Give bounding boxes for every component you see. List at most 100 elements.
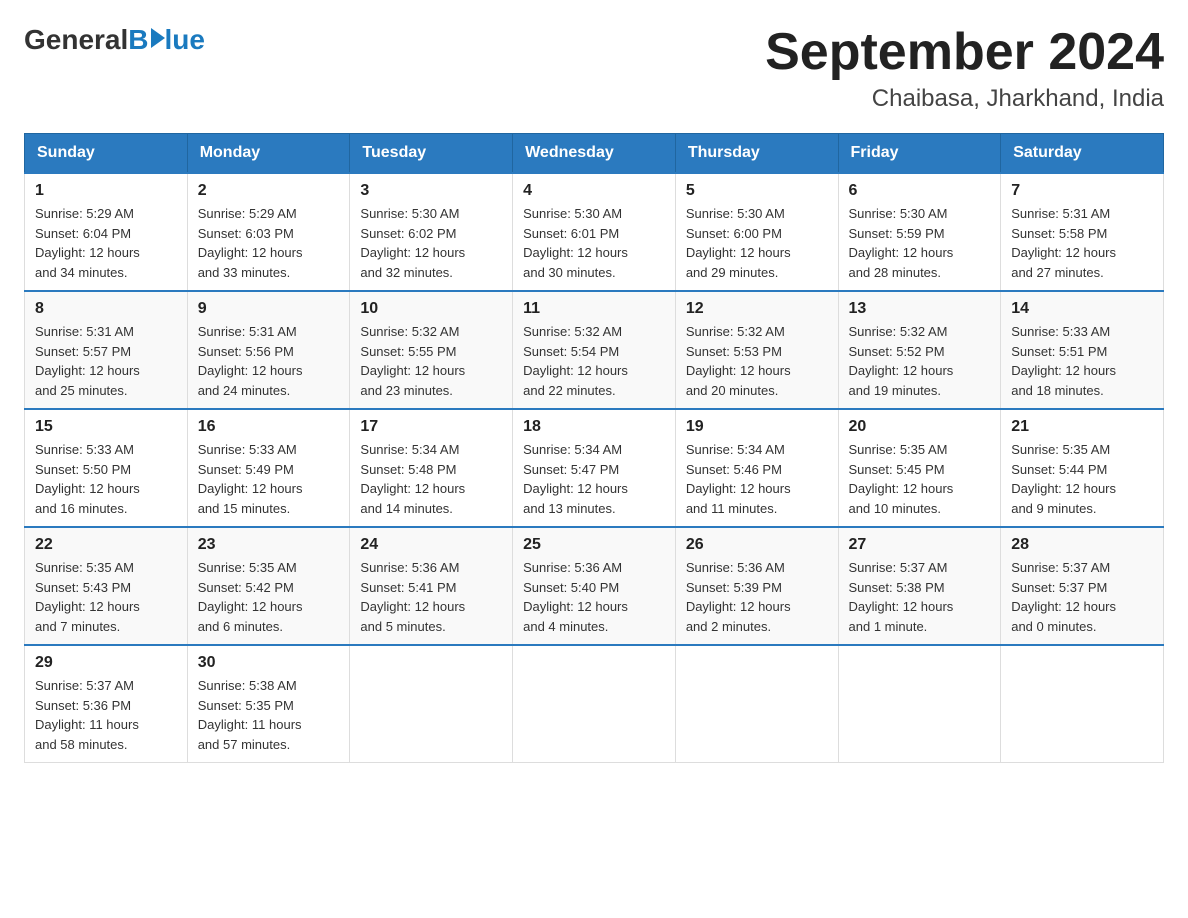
day-number: 8 bbox=[35, 300, 177, 318]
day-info: Sunrise: 5:35 AMSunset: 5:44 PMDaylight:… bbox=[1011, 440, 1153, 518]
table-cell: 1Sunrise: 5:29 AMSunset: 6:04 PMDaylight… bbox=[25, 173, 188, 291]
table-cell: 2 Sunrise: 5:29 AMSunset: 6:03 PMDaylight… bbox=[187, 173, 350, 291]
day-number: 24 bbox=[360, 536, 502, 554]
day-info: Sunrise: 5:34 AMSunset: 5:46 PMDaylight:… bbox=[686, 440, 828, 518]
day-info: Sunrise: 5:37 AMSunset: 5:38 PMDaylight:… bbox=[849, 558, 991, 636]
table-cell: 10 Sunrise: 5:32 AMSunset: 5:55 PMDayligh… bbox=[350, 291, 513, 409]
logo: General B lue bbox=[24, 24, 205, 56]
day-number: 19 bbox=[686, 418, 828, 436]
day-info: Sunrise: 5:33 AMSunset: 5:49 PMDaylight:… bbox=[198, 440, 340, 518]
table-cell: 19 Sunrise: 5:34 AMSunset: 5:46 PMDayligh… bbox=[675, 409, 838, 527]
day-number: 18 bbox=[523, 418, 665, 436]
table-cell: 12 Sunrise: 5:32 AMSunset: 5:53 PMDayligh… bbox=[675, 291, 838, 409]
day-info: Sunrise: 5:32 AMSunset: 5:54 PMDaylight:… bbox=[523, 322, 665, 400]
col-tuesday: Tuesday bbox=[350, 134, 513, 174]
day-info: Sunrise: 5:32 AMSunset: 5:55 PMDaylight:… bbox=[360, 322, 502, 400]
table-cell: 25 Sunrise: 5:36 AMSunset: 5:40 PMDayligh… bbox=[513, 527, 676, 645]
table-cell: 3Sunrise: 5:30 AMSunset: 6:02 PMDaylight… bbox=[350, 173, 513, 291]
day-info: Sunrise: 5:30 AMSunset: 6:00 PMDaylight:… bbox=[686, 204, 828, 282]
calendar-table: Sunday Monday Tuesday Wednesday Thursday… bbox=[24, 133, 1164, 763]
day-info: Sunrise: 5:36 AMSunset: 5:41 PMDaylight:… bbox=[360, 558, 502, 636]
day-info: Sunrise: 5:29 AMSunset: 6:04 PMDaylight:… bbox=[35, 204, 177, 282]
day-number: 30 bbox=[198, 654, 340, 672]
day-number: 15 bbox=[35, 418, 177, 436]
day-number: 9 bbox=[198, 300, 340, 318]
logo-general-text: General bbox=[24, 24, 128, 56]
table-cell: 23 Sunrise: 5:35 AMSunset: 5:42 PMDayligh… bbox=[187, 527, 350, 645]
day-info: Sunrise: 5:37 AMSunset: 5:37 PMDaylight:… bbox=[1011, 558, 1153, 636]
table-cell: 26Sunrise: 5:36 AMSunset: 5:39 PMDayligh… bbox=[675, 527, 838, 645]
logo-lue-text: lue bbox=[165, 24, 205, 56]
day-info: Sunrise: 5:37 AMSunset: 5:36 PMDaylight:… bbox=[35, 676, 177, 754]
table-cell: 13 Sunrise: 5:32 AMSunset: 5:52 PMDayligh… bbox=[838, 291, 1001, 409]
table-cell: 8Sunrise: 5:31 AMSunset: 5:57 PMDaylight… bbox=[25, 291, 188, 409]
day-number: 28 bbox=[1011, 536, 1153, 554]
day-info: Sunrise: 5:32 AMSunset: 5:53 PMDaylight:… bbox=[686, 322, 828, 400]
week-row-2: 8Sunrise: 5:31 AMSunset: 5:57 PMDaylight… bbox=[25, 291, 1164, 409]
day-number: 10 bbox=[360, 300, 502, 318]
day-info: Sunrise: 5:36 AMSunset: 5:40 PMDaylight:… bbox=[523, 558, 665, 636]
week-row-5: 29 Sunrise: 5:37 AMSunset: 5:36 PMDayligh… bbox=[25, 645, 1164, 763]
col-friday: Friday bbox=[838, 134, 1001, 174]
day-info: Sunrise: 5:30 AMSunset: 6:02 PMDaylight:… bbox=[360, 204, 502, 282]
title-section: September 2024 Chaibasa, Jharkhand, Indi… bbox=[765, 24, 1164, 113]
col-monday: Monday bbox=[187, 134, 350, 174]
table-cell bbox=[1001, 645, 1164, 763]
table-cell: 28 Sunrise: 5:37 AMSunset: 5:37 PMDayligh… bbox=[1001, 527, 1164, 645]
day-number: 20 bbox=[849, 418, 991, 436]
page-header: General B lue September 2024 Chaibasa, J… bbox=[24, 24, 1164, 113]
logo-blue-section: B lue bbox=[128, 24, 205, 56]
day-number: 16 bbox=[198, 418, 340, 436]
day-info: Sunrise: 5:29 AMSunset: 6:03 PMDaylight:… bbox=[198, 204, 340, 282]
day-number: 22 bbox=[35, 536, 177, 554]
month-title: September 2024 bbox=[765, 24, 1164, 81]
table-cell: 16 Sunrise: 5:33 AMSunset: 5:49 PMDayligh… bbox=[187, 409, 350, 527]
day-number: 12 bbox=[686, 300, 828, 318]
day-number: 7 bbox=[1011, 182, 1153, 200]
col-wednesday: Wednesday bbox=[513, 134, 676, 174]
col-saturday: Saturday bbox=[1001, 134, 1164, 174]
header-row: Sunday Monday Tuesday Wednesday Thursday… bbox=[25, 134, 1164, 174]
week-row-1: 1Sunrise: 5:29 AMSunset: 6:04 PMDaylight… bbox=[25, 173, 1164, 291]
day-info: Sunrise: 5:31 AMSunset: 5:58 PMDaylight:… bbox=[1011, 204, 1153, 282]
day-number: 27 bbox=[849, 536, 991, 554]
day-info: Sunrise: 5:35 AMSunset: 5:42 PMDaylight:… bbox=[198, 558, 340, 636]
day-info: Sunrise: 5:34 AMSunset: 5:48 PMDaylight:… bbox=[360, 440, 502, 518]
day-number: 29 bbox=[35, 654, 177, 672]
day-number: 17 bbox=[360, 418, 502, 436]
day-info: Sunrise: 5:35 AMSunset: 5:43 PMDaylight:… bbox=[35, 558, 177, 636]
table-cell: 18 Sunrise: 5:34 AMSunset: 5:47 PMDayligh… bbox=[513, 409, 676, 527]
table-cell: 14Sunrise: 5:33 AMSunset: 5:51 PMDayligh… bbox=[1001, 291, 1164, 409]
table-cell: 20Sunrise: 5:35 AMSunset: 5:45 PMDayligh… bbox=[838, 409, 1001, 527]
table-cell: 29 Sunrise: 5:37 AMSunset: 5:36 PMDayligh… bbox=[25, 645, 188, 763]
day-info: Sunrise: 5:32 AMSunset: 5:52 PMDaylight:… bbox=[849, 322, 991, 400]
week-row-3: 15Sunrise: 5:33 AMSunset: 5:50 PMDayligh… bbox=[25, 409, 1164, 527]
day-number: 11 bbox=[523, 300, 665, 318]
day-number: 2 bbox=[198, 182, 340, 200]
day-info: Sunrise: 5:34 AMSunset: 5:47 PMDaylight:… bbox=[523, 440, 665, 518]
table-cell bbox=[675, 645, 838, 763]
table-cell: 9 Sunrise: 5:31 AMSunset: 5:56 PMDaylight… bbox=[187, 291, 350, 409]
table-cell: 7 Sunrise: 5:31 AMSunset: 5:58 PMDaylight… bbox=[1001, 173, 1164, 291]
day-number: 23 bbox=[198, 536, 340, 554]
week-row-4: 22 Sunrise: 5:35 AMSunset: 5:43 PMDayligh… bbox=[25, 527, 1164, 645]
day-number: 5 bbox=[686, 182, 828, 200]
day-info: Sunrise: 5:30 AMSunset: 6:01 PMDaylight:… bbox=[523, 204, 665, 282]
table-cell bbox=[838, 645, 1001, 763]
table-cell: 6Sunrise: 5:30 AMSunset: 5:59 PMDaylight… bbox=[838, 173, 1001, 291]
day-number: 4 bbox=[523, 182, 665, 200]
table-cell: 24 Sunrise: 5:36 AMSunset: 5:41 PMDayligh… bbox=[350, 527, 513, 645]
day-number: 14 bbox=[1011, 300, 1153, 318]
logo-b-letter: B bbox=[128, 24, 148, 56]
table-cell: 27 Sunrise: 5:37 AMSunset: 5:38 PMDayligh… bbox=[838, 527, 1001, 645]
day-info: Sunrise: 5:31 AMSunset: 5:56 PMDaylight:… bbox=[198, 322, 340, 400]
table-cell: 5 Sunrise: 5:30 AMSunset: 6:00 PMDaylight… bbox=[675, 173, 838, 291]
logo-arrow-icon bbox=[151, 28, 165, 48]
table-cell: 4 Sunrise: 5:30 AMSunset: 6:01 PMDaylight… bbox=[513, 173, 676, 291]
table-cell: 11 Sunrise: 5:32 AMSunset: 5:54 PMDayligh… bbox=[513, 291, 676, 409]
day-number: 25 bbox=[523, 536, 665, 554]
day-number: 13 bbox=[849, 300, 991, 318]
day-number: 21 bbox=[1011, 418, 1153, 436]
table-cell: 15Sunrise: 5:33 AMSunset: 5:50 PMDayligh… bbox=[25, 409, 188, 527]
day-number: 26 bbox=[686, 536, 828, 554]
